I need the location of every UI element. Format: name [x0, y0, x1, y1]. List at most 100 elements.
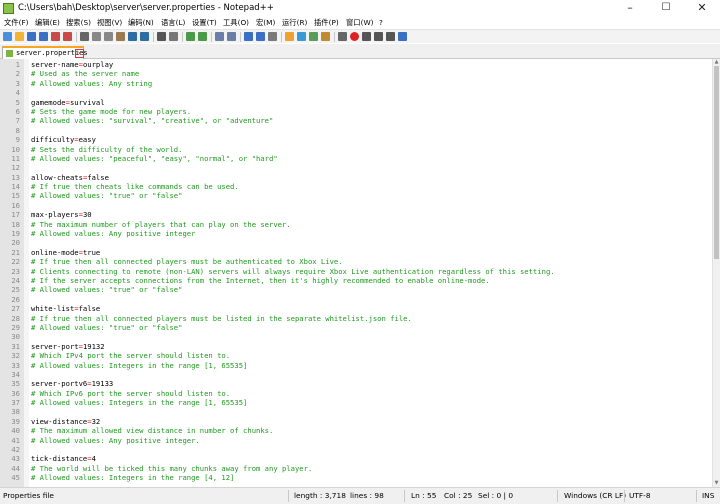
line-text: # The maximum allowed view distance in n…	[31, 426, 273, 435]
copy-icon[interactable]	[104, 32, 113, 41]
undo-icon[interactable]	[128, 32, 137, 41]
comment-text: # Allowed values: "true" or "false"	[31, 322, 183, 332]
line-number: 31	[11, 341, 20, 351]
minimize-button[interactable]: –	[612, 0, 648, 17]
property-value: 19133	[91, 379, 114, 389]
comment-text: # Sets the difficulty of the world.	[31, 144, 183, 154]
line-number: 10	[11, 144, 20, 154]
comment-text: # Used as the server name	[31, 69, 140, 79]
menu-search[interactable]: 搜索(S)	[66, 18, 91, 28]
code-line: 44 # The world will be ticked this many c…	[0, 464, 712, 473]
tab-bar: server.properties x	[0, 44, 720, 59]
menu-file[interactable]: 文件(F)	[4, 18, 28, 28]
code-line: 19 # Allowed values: Any positive integer	[0, 229, 712, 238]
menu-tools[interactable]: 工具(O)	[223, 18, 249, 28]
status-bar: Properties file length : 3,718 lines : 9…	[0, 487, 720, 504]
new-file-icon[interactable]	[3, 32, 12, 41]
sync-h-icon[interactable]	[227, 32, 236, 41]
property-value: 4	[91, 454, 96, 464]
close-all-icon[interactable]	[63, 32, 72, 41]
line-number: 22	[11, 257, 20, 267]
code-line: 14 # If true then cheats like commands ca…	[0, 182, 712, 191]
status-file-type: Properties file	[3, 491, 54, 500]
indent-guide-icon[interactable]	[268, 32, 277, 41]
notepadpp-icon	[3, 3, 14, 14]
word-wrap-icon[interactable]	[244, 32, 253, 41]
show-all-chars-icon[interactable]	[256, 32, 265, 41]
zoom-in-icon[interactable]	[186, 32, 195, 41]
save-all-icon[interactable]	[39, 32, 48, 41]
line-number: 32	[11, 351, 20, 361]
code-line: 37 # Allowed values: Integers in the rang…	[0, 398, 712, 407]
status-mode[interactable]: INS	[702, 491, 714, 501]
status-sel: Sel : 0 | 0	[478, 491, 514, 500]
code-line: 17 max-players=30	[0, 210, 712, 219]
line-number: 3	[15, 78, 20, 88]
code-line: 2 # Used as the server name	[0, 69, 712, 78]
vertical-scrollbar[interactable]: ▲ ▼	[712, 59, 720, 487]
cut-icon[interactable]	[92, 32, 101, 41]
scrollbar-thumb[interactable]	[714, 66, 719, 259]
tab-server-properties[interactable]: server.properties x	[2, 46, 88, 59]
line-number: 19	[11, 229, 20, 239]
file-icon	[6, 50, 13, 57]
doc-map-icon[interactable]	[297, 32, 306, 41]
line-text: # If true then all connected players mus…	[31, 314, 412, 323]
replace-icon[interactable]	[169, 32, 178, 41]
menu-window[interactable]: 窗口(W)	[346, 18, 374, 28]
menu-edit[interactable]: 编辑(E)	[35, 18, 60, 28]
redo-icon[interactable]	[140, 32, 149, 41]
play-macro-icon[interactable]	[374, 32, 383, 41]
menu-settings[interactable]: 设置(T)	[192, 18, 217, 28]
play-multi-icon[interactable]	[386, 32, 395, 41]
property-value: 30	[82, 210, 92, 220]
comment-text: # Allowed values: "true" or "false"	[31, 285, 183, 295]
property-key: difficulty	[31, 135, 75, 145]
function-list-icon[interactable]	[309, 32, 318, 41]
status-eol[interactable]: Windows (CR LF)	[564, 491, 626, 501]
menu-view[interactable]: 视图(V)	[97, 18, 122, 28]
close-icon[interactable]	[51, 32, 60, 41]
paste-icon[interactable]	[116, 32, 125, 41]
lang-udl-icon[interactable]	[285, 32, 294, 41]
code-line: 29 # Allowed values: "true" or "false"	[0, 323, 712, 332]
save-macro-icon[interactable]	[398, 32, 407, 41]
editor[interactable]: 1 server-name=ourplay 2 # Used as the serve…	[0, 59, 712, 487]
save-icon[interactable]	[27, 32, 36, 41]
find-icon[interactable]	[157, 32, 166, 41]
menu-macro[interactable]: 宏(M)	[256, 18, 275, 28]
sync-v-icon[interactable]	[215, 32, 224, 41]
stop-record-icon[interactable]	[362, 32, 371, 41]
line-number: 7	[15, 116, 20, 126]
open-file-icon[interactable]	[15, 32, 24, 41]
scroll-down-icon[interactable]: ▼	[714, 480, 719, 486]
line-text: allow-cheats=false	[31, 173, 109, 182]
menu-encoding[interactable]: 编码(N)	[128, 18, 154, 28]
menu-run[interactable]: 运行(R)	[282, 18, 307, 28]
line-text: # Allowed values: Any positive integer	[31, 229, 195, 238]
record-macro-icon[interactable]	[350, 32, 359, 41]
monitoring-icon[interactable]	[338, 32, 347, 41]
line-text: server-port=19132	[31, 342, 105, 351]
menu-language[interactable]: 语言(L)	[161, 18, 185, 28]
zoom-out-icon[interactable]	[198, 32, 207, 41]
maximize-button[interactable]: ☐	[648, 0, 684, 17]
status-encoding[interactable]: UTF-8	[629, 491, 651, 501]
property-value: true	[82, 247, 101, 257]
close-button[interactable]: ✕	[684, 0, 720, 17]
toolbar-separator	[76, 32, 77, 42]
line-number: 6	[15, 106, 20, 116]
property-key: white-list	[31, 304, 75, 314]
print-icon[interactable]	[80, 32, 89, 41]
menu-plugins[interactable]: 插件(P)	[314, 18, 339, 28]
code-line: 15 # Allowed values: "true" or "false"	[0, 191, 712, 200]
menu-help[interactable]: ?	[379, 18, 383, 28]
scroll-up-icon[interactable]: ▲	[714, 59, 719, 65]
property-key: max-players	[31, 210, 79, 220]
folder-as-workspace-icon[interactable]	[321, 32, 330, 41]
status-divider	[624, 490, 625, 502]
code-line: 21 online-mode=true	[0, 248, 712, 257]
tab-close-icon[interactable]: x	[75, 49, 84, 58]
code-line: 18 # The maximum number of players that c…	[0, 220, 712, 229]
toolbar-separator	[153, 32, 154, 42]
